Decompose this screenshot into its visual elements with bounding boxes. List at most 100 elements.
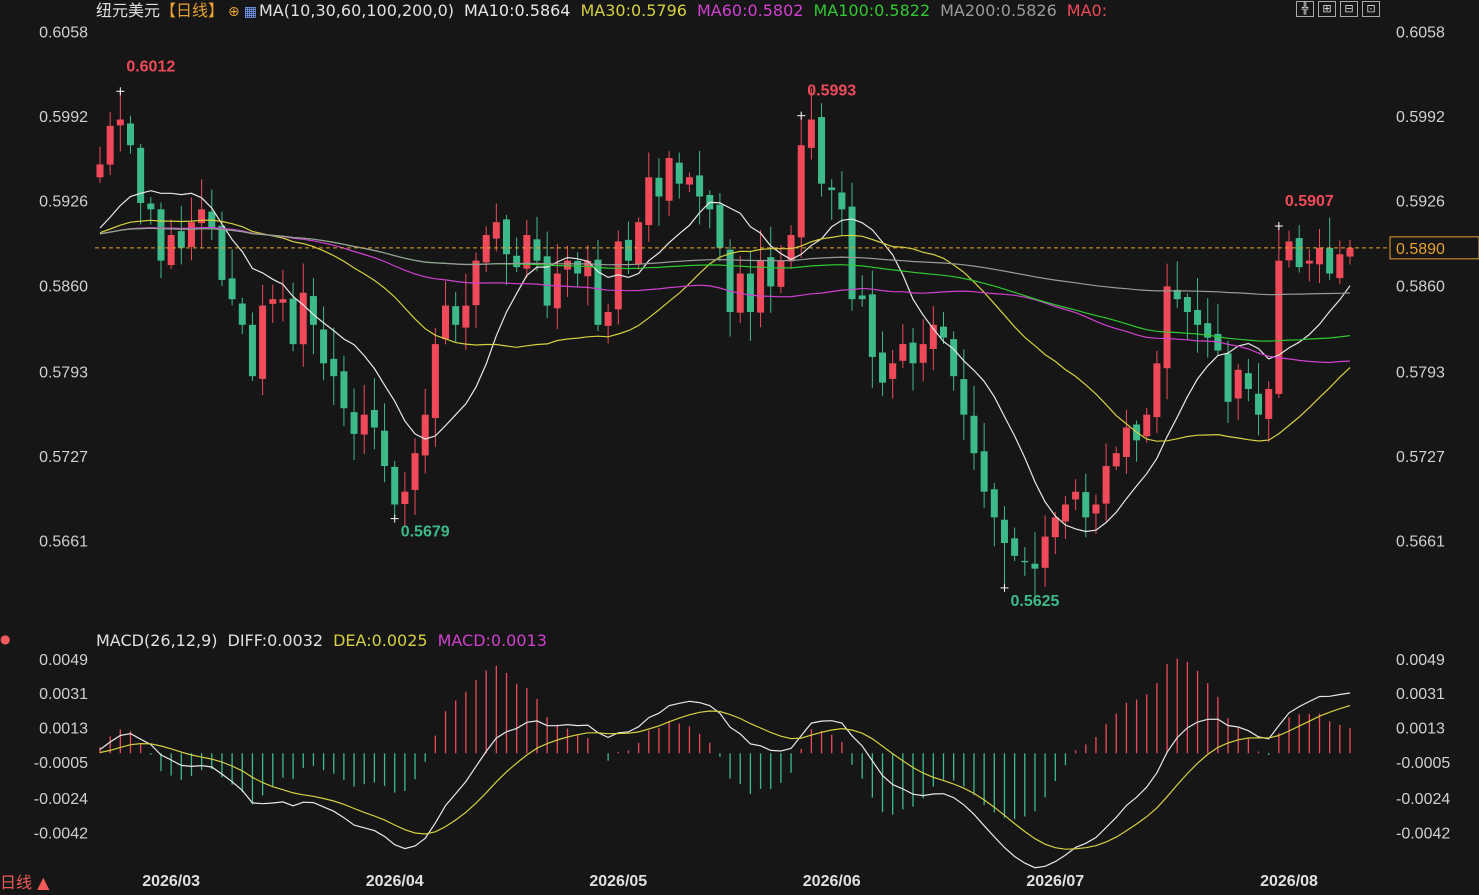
candle-body <box>604 312 612 326</box>
candle-body <box>279 299 287 303</box>
candle-body <box>1092 504 1100 514</box>
candle-body <box>157 209 165 261</box>
candle-body <box>868 294 876 357</box>
candle-body <box>919 344 927 363</box>
candle-body <box>970 415 978 454</box>
candle-body <box>685 177 693 185</box>
candle-body <box>96 164 104 178</box>
price-axis-left-label: 0.6058 <box>39 24 88 41</box>
x-axis-date-label: 2026/08 <box>1260 873 1318 890</box>
candle-body <box>1346 247 1354 257</box>
candle-body <box>1305 260 1313 264</box>
macd-params[interactable]: MACD(26,12,9) <box>96 631 218 650</box>
price-axis-left-label: 0.5727 <box>39 449 88 466</box>
price-axis-left-label: 0.5992 <box>39 109 88 126</box>
low-annotation: 0.5679 <box>401 524 450 541</box>
candle-body <box>909 342 917 364</box>
indicator-settings-icon[interactable]: ▦ <box>244 4 257 20</box>
macd-diff: DIFF:0.0032 <box>227 631 324 650</box>
candle-body <box>218 225 226 280</box>
period-tag[interactable]: 【日线】 <box>160 1 224 20</box>
candle-body <box>370 409 378 428</box>
x-axis-date-label: 2026/06 <box>803 873 861 890</box>
candle-body <box>421 414 429 456</box>
candle-body <box>879 352 887 383</box>
candle-body <box>838 192 846 210</box>
candle-body <box>1275 260 1283 394</box>
candle-body <box>360 414 368 435</box>
candle-body <box>1021 560 1029 563</box>
layout-icon[interactable]: ⊡ <box>1362 1 1380 17</box>
candle-body <box>1051 517 1059 538</box>
candle-body <box>391 466 399 505</box>
candle-body <box>1000 519 1008 544</box>
candle-body <box>777 260 785 287</box>
candle-body <box>990 489 998 518</box>
candle-body <box>828 187 836 191</box>
candle-body <box>1265 389 1273 419</box>
candle-body <box>726 249 734 313</box>
price-axis-right-label: 0.5926 <box>1396 194 1445 211</box>
candle-body <box>1082 492 1090 518</box>
candle-body <box>330 358 338 377</box>
ma30-value: MA30:0.5796 <box>580 1 687 20</box>
candle-body <box>147 203 155 210</box>
macd-axis-right-label: 0.0049 <box>1396 652 1445 669</box>
candle-body <box>807 119 815 148</box>
candle-body <box>401 491 409 504</box>
candle-body <box>289 298 297 345</box>
ma10-line <box>99 190 1351 533</box>
candle-body <box>269 299 277 304</box>
macd-axis-right-label: -0.0005 <box>1396 755 1450 772</box>
candle-body <box>1255 393 1263 415</box>
candle-body <box>228 278 236 300</box>
candle-body <box>503 219 511 255</box>
candle-body <box>1336 254 1344 279</box>
period-button[interactable]: 日线 ▲ <box>0 872 49 894</box>
candle-body <box>116 119 124 126</box>
candle-body <box>106 125 114 165</box>
candle-body <box>340 371 348 409</box>
candle-body <box>1244 373 1252 390</box>
candle-body <box>889 363 897 379</box>
candle-body <box>716 204 724 248</box>
zoom-in-icon[interactable]: ⊞ <box>1318 1 1336 17</box>
candle-body <box>746 273 754 313</box>
ma30-line <box>99 219 1351 442</box>
macd-axis-left-label: 0.0031 <box>39 686 88 703</box>
candle-body <box>513 255 521 268</box>
candle-body <box>442 305 450 340</box>
candle-body <box>858 295 866 300</box>
candle-body <box>675 162 683 184</box>
price-axis-left-label: 0.5661 <box>39 534 88 551</box>
candle-body <box>1183 297 1191 313</box>
chart-canvas[interactable]: 0.6058 0.6058 0.5992 0.5992 0.5926 0.5926 0.58… <box>0 0 1479 895</box>
ma-params[interactable]: MA(10,30,60,100,200,0) <box>259 1 454 20</box>
x-axis-date-label: 2026/03 <box>142 873 200 890</box>
price-axis-left-label: 0.5926 <box>39 194 88 211</box>
x-axis-date-label: 2026/04 <box>366 873 424 890</box>
candle-body <box>411 453 419 490</box>
x-axis-date-label: 2026/05 <box>589 873 647 890</box>
candle-body <box>563 260 571 270</box>
zoom-out-icon[interactable]: ⊟ <box>1340 1 1358 17</box>
current-price-label: 0.5890 <box>1396 241 1445 258</box>
candle-body <box>350 412 358 434</box>
candle-body <box>462 305 470 328</box>
price-axis-right-label: 0.5992 <box>1396 109 1445 126</box>
candle-body <box>818 117 826 184</box>
candle-body <box>1102 466 1110 504</box>
add-icon[interactable]: ⊕ <box>228 4 240 20</box>
candle-body <box>635 222 643 265</box>
crosshair-tool-icon[interactable]: ╬ <box>1296 1 1314 17</box>
candle-body <box>1112 453 1120 467</box>
candle-body <box>452 306 460 325</box>
candle-body <box>1295 238 1303 268</box>
ma10-value: MA10:0.5864 <box>464 1 571 20</box>
macd-axis-left-label: -0.0005 <box>34 755 88 772</box>
macd-axis-left-label: 0.0013 <box>39 720 88 737</box>
candle-body <box>238 303 246 325</box>
candle-body <box>1143 414 1151 437</box>
x-axis-date-label: 2026/07 <box>1026 873 1084 890</box>
candle-body <box>950 339 958 377</box>
